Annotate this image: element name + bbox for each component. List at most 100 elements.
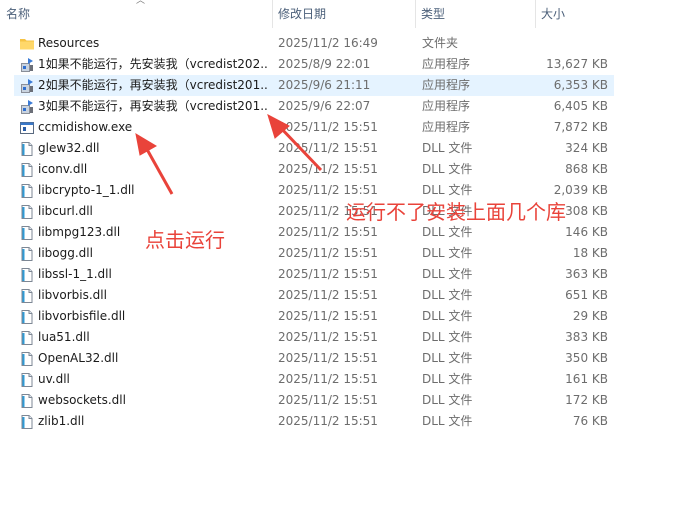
file-type: DLL 文件 (422, 330, 473, 344)
file-row[interactable]: libssl-1_1.dll 2025/11/2 15:51 DLL 文件 363 K… (14, 264, 614, 285)
dll-icon (19, 183, 35, 199)
column-header-type[interactable]: 类型 (415, 0, 535, 28)
file-row[interactable]: glew32.dll 2025/11/2 15:51 DLL 文件 324 KB (14, 138, 614, 159)
dll-icon (19, 141, 35, 157)
file-type: 应用程序 (422, 78, 471, 92)
file-size: 76 KB (572, 414, 608, 428)
file-row[interactable]: iconv.dll 2025/11/2 15:51 DLL 文件 868 KB (14, 159, 614, 180)
file-type: 应用程序 (422, 120, 471, 134)
dll-icon (19, 309, 35, 325)
column-header-size-label: 大小 (541, 7, 566, 21)
file-size: 172 KB (565, 393, 608, 407)
file-type: DLL 文件 (422, 162, 473, 176)
file-size: 363 KB (565, 267, 608, 281)
installer-icon (19, 99, 35, 115)
file-row[interactable]: zlib1.dll 2025/11/2 15:51 DLL 文件 76 KB (14, 411, 614, 432)
file-type: DLL 文件 (422, 393, 473, 407)
file-row[interactable]: Resources 2025/11/2 16:49 文件夹 (14, 33, 614, 54)
file-type: DLL 文件 (422, 141, 473, 155)
file-size: 324 KB (565, 141, 608, 155)
file-name: glew32.dll (38, 141, 100, 155)
file-row[interactable]: 1如果不能运行，先安装我（vcredist202... 2025/8/9 22:0… (14, 54, 614, 75)
dll-icon (19, 330, 35, 346)
folder-icon (19, 36, 35, 52)
file-modified-date: 2025/11/2 15:51 (278, 372, 378, 386)
file-type: DLL 文件 (422, 372, 473, 386)
file-size (534, 33, 608, 54)
file-modified-date: 2025/11/2 15:51 (278, 141, 378, 155)
column-header-type-label: 类型 (421, 7, 446, 21)
dll-icon (19, 393, 35, 409)
file-size: 6,405 KB (553, 99, 608, 113)
file-row[interactable]: libogg.dll 2025/11/2 15:51 DLL 文件 18 KB (14, 243, 614, 264)
column-header-bar: 名称 ︿ 修改日期 类型 大小 (0, 0, 686, 28)
file-size: 13,627 KB (546, 57, 608, 71)
column-header-name[interactable]: 名称 ︿ (0, 0, 270, 28)
file-type: DLL 文件 (422, 351, 473, 365)
file-type: DLL 文件 (422, 225, 473, 239)
file-row[interactable]: 3如果不能运行，再安装我（vcredist201... 2025/9/6 22:0… (14, 96, 614, 117)
file-modified-date: 2025/11/2 15:51 (278, 309, 378, 323)
file-type: DLL 文件 (422, 414, 473, 428)
file-row[interactable]: websockets.dll 2025/11/2 15:51 DLL 文件 172 K… (14, 390, 614, 411)
file-name: zlib1.dll (38, 414, 85, 428)
column-header-date[interactable]: 修改日期 (272, 0, 414, 28)
column-header-date-label: 修改日期 (278, 7, 327, 21)
dll-icon (19, 225, 35, 241)
dll-icon (19, 267, 35, 283)
file-size: 651 KB (565, 288, 608, 302)
file-type: DLL 文件 (422, 309, 473, 323)
file-modified-date: 2025/11/2 15:51 (278, 351, 378, 365)
file-type: DLL 文件 (422, 246, 473, 260)
file-name: iconv.dll (38, 162, 88, 176)
dll-icon (19, 204, 35, 220)
annotation-install-libraries: 运行不了安装上面几个库 (346, 200, 566, 224)
dll-icon (19, 414, 35, 430)
sort-ascending-icon: ︿ (136, 0, 146, 6)
file-row[interactable]: ccmidishow.exe 2025/11/2 15:51 应用程序 7,872 K… (14, 117, 614, 138)
file-type: DLL 文件 (422, 267, 473, 281)
file-modified-date: 2025/11/2 15:51 (278, 246, 378, 260)
file-row[interactable]: uv.dll 2025/11/2 15:51 DLL 文件 161 KB (14, 369, 614, 390)
file-type: 文件夹 (422, 36, 459, 50)
file-row[interactable]: libvorbis.dll 2025/11/2 15:51 DLL 文件 651 KB (14, 285, 614, 306)
file-size: 29 KB (572, 309, 608, 323)
dll-icon (19, 288, 35, 304)
file-row[interactable]: lua51.dll 2025/11/2 15:51 DLL 文件 383 KB (14, 327, 614, 348)
file-size: 7,872 KB (553, 120, 608, 134)
file-type: 应用程序 (422, 57, 471, 71)
file-row[interactable]: libvorbisfile.dll 2025/11/2 15:51 DLL 文件 29… (14, 306, 614, 327)
file-name: libssl-1_1.dll (38, 267, 112, 281)
file-name: OpenAL32.dll (38, 351, 119, 365)
file-row[interactable]: 2如果不能运行，再安装我（vcredist201... 2025/9/6 21:1… (14, 75, 614, 96)
dll-icon (19, 246, 35, 262)
file-modified-date: 2025/11/2 16:49 (278, 36, 378, 50)
column-header-name-label: 名称 (6, 7, 31, 21)
file-row[interactable]: libmpg123.dll 2025/11/2 15:51 DLL 文件 146 KB (14, 222, 614, 243)
file-modified-date: 2025/11/2 15:51 (278, 225, 378, 239)
file-name: lua51.dll (38, 330, 90, 344)
file-type: DLL 文件 (422, 288, 473, 302)
column-header-size[interactable]: 大小 (535, 0, 615, 28)
file-modified-date: 2025/9/6 21:11 (278, 78, 371, 92)
file-modified-date: 2025/11/2 15:51 (278, 267, 378, 281)
file-size: 146 KB (565, 225, 608, 239)
file-modified-date: 2025/11/2 15:51 (278, 288, 378, 302)
file-modified-date: 2025/9/6 22:07 (278, 99, 371, 113)
file-modified-date: 2025/11/2 15:51 (278, 414, 378, 428)
file-name: 2如果不能运行，再安装我（vcredist201... (38, 78, 268, 92)
file-name: libvorbis.dll (38, 288, 107, 302)
dll-icon (19, 351, 35, 367)
file-explorer-view: 名称 ︿ 修改日期 类型 大小 Resources 2025/11/2 16:49… (0, 0, 686, 517)
file-name: ccmidishow.exe (38, 120, 133, 134)
file-modified-date: 2025/11/2 15:51 (278, 120, 378, 134)
file-name: Resources (38, 36, 100, 50)
file-name: 3如果不能运行，再安装我（vcredist201... (38, 99, 268, 113)
file-type: 应用程序 (422, 99, 471, 113)
file-name: uv.dll (38, 372, 70, 386)
dll-icon (19, 372, 35, 388)
file-name: libcurl.dll (38, 204, 93, 218)
file-size: 868 KB (565, 162, 608, 176)
file-size: 383 KB (565, 330, 608, 344)
file-row[interactable]: OpenAL32.dll 2025/11/2 15:51 DLL 文件 350 KB (14, 348, 614, 369)
